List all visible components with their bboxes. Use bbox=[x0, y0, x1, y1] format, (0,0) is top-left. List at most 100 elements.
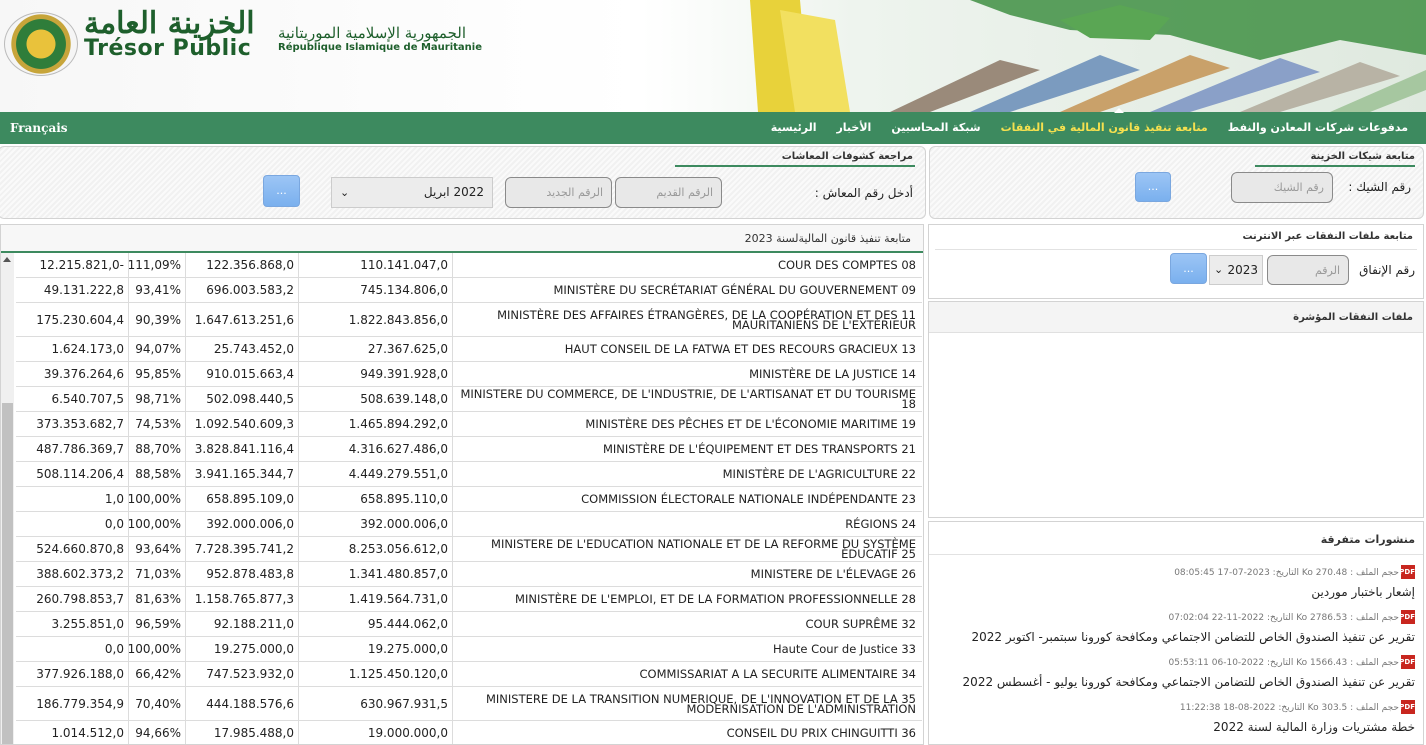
table-cell-c3: 17.985.488,0 bbox=[186, 721, 299, 744]
ministry-name-cell[interactable]: HAUT CONSEIL DE LA FATWA ET DES RECOURS … bbox=[453, 337, 922, 361]
publication-meta: PDFحجم الملف : 1566.43 Ko التاريخ: 2022-… bbox=[1168, 654, 1415, 669]
table-cell-c2: 94,66% bbox=[129, 721, 186, 744]
table-cell-c1: 377.926.188,0 bbox=[16, 662, 129, 686]
publications-title: منشورات متفرقة bbox=[1320, 533, 1415, 546]
ministry-name-cell[interactable]: MINISTERE DE L'EDUCATION NATIONALE ET DE… bbox=[453, 537, 922, 561]
expense-number-input[interactable]: الرقم bbox=[1267, 255, 1349, 285]
month-select-value: 2022 ابريل bbox=[423, 185, 484, 199]
old-number-input[interactable]: الرقم القديم bbox=[615, 177, 722, 208]
table-cell-c4: 8.253.056.612,0 bbox=[299, 537, 453, 561]
table-cell-c3: 952.878.483,8 bbox=[186, 562, 299, 586]
ministry-name-cell[interactable]: COUR DES COMPTES 08 bbox=[453, 253, 922, 277]
table-row: 388.602.373,2 71,03% 952.878.483,8 1.341.48… bbox=[16, 562, 922, 587]
table-scrollbar[interactable] bbox=[1, 253, 14, 744]
table-cell-c2: 88,58% bbox=[129, 462, 186, 486]
ministry-name-cell[interactable]: COMMISSARIAT A LA SECURITE ALIMENTAIRE 3… bbox=[453, 662, 922, 686]
expense-search-button[interactable]: ... bbox=[1170, 253, 1207, 284]
publication-link[interactable]: تقرير عن تنفيذ الصندوق الخاص للتضامن الا… bbox=[963, 675, 1415, 689]
table-cell-c4: 95.444.062,0 bbox=[299, 612, 453, 636]
table-cell-c1: 3.255.851,0 bbox=[16, 612, 129, 636]
ministry-name-cell[interactable]: MINISTÈRE DES PÊCHES ET DE L'ÉCONOMIE MA… bbox=[453, 412, 922, 436]
nav-item-accountants-network[interactable]: شبكة المحاسبين bbox=[891, 121, 980, 134]
ministry-name-cell[interactable]: MINISTÈRE DE L'ÉQUIPEMENT ET DES TRANSPO… bbox=[453, 437, 922, 461]
language-switch-link[interactable]: Français bbox=[10, 121, 68, 135]
table-cell-c1: 49.131.222,8 bbox=[16, 278, 129, 302]
new-number-input[interactable]: الرقم الجديد bbox=[505, 177, 612, 208]
table-row: 3.255.851,0 96,59% 92.188.211,0 95.444.062,… bbox=[16, 612, 922, 637]
table-cell-c3: 502.098.440,5 bbox=[186, 387, 299, 411]
nav-item-mining-payments[interactable]: مدفوعات شركات المعادن والنفط bbox=[1228, 121, 1408, 134]
ministry-name-cell[interactable]: CONSEIL DU PRIX CHINGUITTI 36 bbox=[453, 721, 922, 744]
ministry-name-cell[interactable]: COMMISSION ÉLECTORALE NATIONALE INDÉPEND… bbox=[453, 487, 922, 511]
table-cell-c4: 110.141.047,0 bbox=[299, 253, 453, 277]
ministry-name-cell[interactable]: MINISTERE DE L'ÉLEVAGE 26 bbox=[453, 562, 922, 586]
table-cell-c3: 19.275.000,0 bbox=[186, 637, 299, 661]
ministry-name-cell[interactable]: MINISTÈRE DES AFFAIRES ÉTRANGÈRES, DE LA… bbox=[453, 303, 922, 336]
ministry-name-cell[interactable]: Haute Cour de Justice 33 bbox=[453, 637, 922, 661]
month-select[interactable]: 2022 ابريل ⌄ bbox=[331, 177, 493, 208]
publication-meta: PDFحجم الملف : 270.48 Ko التاريخ: 2023-0… bbox=[1174, 564, 1415, 579]
table-cell-c2: 74,53% bbox=[129, 412, 186, 436]
table-cell-c2: 94,07% bbox=[129, 337, 186, 361]
table-row: 0,0 100,00% 19.275.000,0 19.275.000,0 Haute … bbox=[16, 637, 922, 662]
republic-arabic: الجمهورية الإسلامية الموريتانية bbox=[278, 24, 467, 42]
divider bbox=[929, 554, 1423, 555]
chevron-down-icon: ⌄ bbox=[1214, 263, 1224, 276]
table-cell-c2: 70,40% bbox=[129, 687, 186, 720]
pdf-icon[interactable]: PDF bbox=[1399, 564, 1415, 579]
ministry-name-cell[interactable]: MINISTÈRE DE L'AGRICULTURE 22 bbox=[453, 462, 922, 486]
divider bbox=[935, 249, 1417, 250]
table-cell-c4: 745.134.806,0 bbox=[299, 278, 453, 302]
publication-link[interactable]: خطة مشتريات وزارة المالية لسنة 2022 bbox=[1213, 720, 1415, 734]
table-cell-c3: 3.828.841.116,4 bbox=[186, 437, 299, 461]
expense-number-label: رقم الإنفاق bbox=[1359, 263, 1415, 277]
table-cell-c3: 1.092.540.609,3 bbox=[186, 412, 299, 436]
online-expense-panel: متابعة ملفات النفقات عبر الانترنت رقم ال… bbox=[928, 224, 1424, 299]
pdf-icon[interactable]: PDF bbox=[1399, 609, 1415, 624]
table-cell-c2: 95,85% bbox=[129, 362, 186, 386]
table-cell-c3: 1.158.765.877,3 bbox=[186, 587, 299, 611]
cheque-number-input[interactable]: رقم الشيك bbox=[1231, 172, 1333, 203]
table-cell-c4: 1.341.480.857,0 bbox=[299, 562, 453, 586]
pdf-icon[interactable]: PDF bbox=[1399, 654, 1415, 669]
ministry-name-cell[interactable]: MINISTÈRE DE LA JUSTICE 14 bbox=[453, 362, 922, 386]
scrollbar-thumb[interactable] bbox=[2, 403, 13, 744]
indexed-panel-title: ملفات النفقات المؤشرة bbox=[1293, 312, 1413, 323]
nav-item-news[interactable]: الأخبار bbox=[836, 121, 871, 134]
ministry-name-cell[interactable]: RÉGIONS 24 bbox=[453, 512, 922, 536]
table-cell-c4: 19.000.000,0 bbox=[299, 721, 453, 744]
indexed-files-panel: ملفات النفقات المؤشرة bbox=[928, 301, 1424, 518]
cheque-search-button[interactable]: ... bbox=[1135, 172, 1171, 202]
table-cell-c2: 93,41% bbox=[129, 278, 186, 302]
table-cell-c4: 630.967.931,5 bbox=[299, 687, 453, 720]
publication-link[interactable]: تقرير عن تنفيذ الصندوق الخاص للتضامن الا… bbox=[972, 630, 1415, 644]
ministry-name-cell[interactable]: MINISTERE DE LA TRANSITION NUMERIQUE, DE… bbox=[453, 687, 922, 720]
table-cell-c1: 12.215.821,0- bbox=[16, 253, 129, 277]
ministry-name-cell[interactable]: MINISTÈRE DU SECRÉTARIAT GÉNÉRAL DU GOUV… bbox=[453, 278, 922, 302]
chevron-down-icon: ⌄ bbox=[340, 186, 350, 199]
nav-item-home[interactable]: الرئيسية bbox=[771, 121, 817, 134]
table-row: 377.926.188,0 66,42% 747.523.932,0 1.125.45… bbox=[16, 662, 922, 687]
table-row: 175.230.604,4 90,39% 1.647.613.251,6 1.822.… bbox=[16, 303, 922, 337]
title-underline bbox=[675, 165, 915, 167]
ministry-name-cell[interactable]: MINISTERE DU COMMERCE, DE L'INDUSTRIE, D… bbox=[453, 387, 922, 411]
ministry-name-cell[interactable]: COUR SUPRÊME 32 bbox=[453, 612, 922, 636]
pension-number-label: أدخل رقم المعاش : bbox=[814, 186, 913, 200]
publication-link[interactable]: إشعار باختبار موردين bbox=[1311, 585, 1415, 599]
table-cell-c4: 392.000.006,0 bbox=[299, 512, 453, 536]
year-select[interactable]: 2023 ⌄ bbox=[1209, 255, 1263, 285]
table-cell-c3: 25.743.452,0 bbox=[186, 337, 299, 361]
scroll-up-arrow-icon[interactable] bbox=[3, 257, 11, 262]
publications-panel: منشورات متفرقة PDFحجم الملف : 270.48 Ko … bbox=[928, 521, 1424, 745]
pdf-icon[interactable]: PDF bbox=[1399, 699, 1415, 714]
table-row: 1.014.512,0 94,66% 17.985.488,0 19.000.000,… bbox=[16, 721, 922, 744]
table-row: 186.779.354,9 70,40% 444.188.576,6 630.967.… bbox=[16, 687, 922, 721]
table-cell-c3: 3.941.165.344,7 bbox=[186, 462, 299, 486]
pension-search-button[interactable]: ... bbox=[263, 175, 300, 207]
table-cell-c2: 81,63% bbox=[129, 587, 186, 611]
pension-review-panel: مراجعة كشوفات المعاشات أدخل رقم المعاش :… bbox=[0, 146, 926, 219]
table-cell-c2: 88,70% bbox=[129, 437, 186, 461]
ministry-name-cell[interactable]: MINISTÈRE DE L'EMPLOI, ET DE LA FORMATIO… bbox=[453, 587, 922, 611]
nav-item-budget-execution[interactable]: متابعة تنفيذ قانون المالية في النفقات bbox=[1001, 121, 1208, 134]
table-cell-c4: 1.125.450.120,0 bbox=[299, 662, 453, 686]
